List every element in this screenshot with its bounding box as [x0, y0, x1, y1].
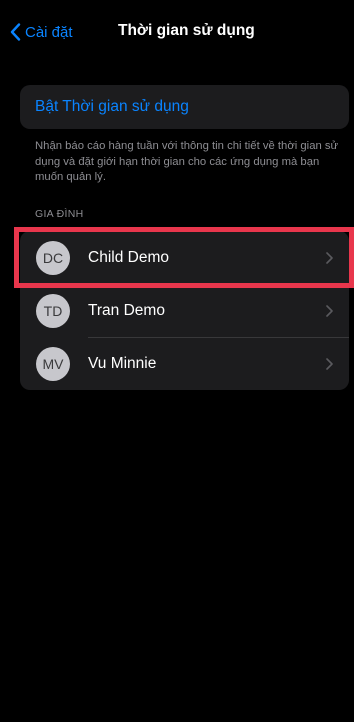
family-list: DC Child Demo TD Tran Demo MV Vu Minnie [20, 231, 349, 390]
page-title: Thời gian sử dụng [118, 22, 255, 39]
chevron-right-icon [326, 251, 333, 264]
avatar: DC [36, 240, 70, 275]
member-name: Vu Minnie [88, 354, 157, 372]
back-label: Cài đặt [25, 23, 73, 41]
avatar: TD [36, 293, 70, 328]
member-name: Tran Demo [88, 301, 165, 319]
chevron-right-icon [326, 304, 333, 317]
back-button[interactable]: Cài đặt [10, 21, 73, 43]
navigation-bar: Cài đặt Thời gian sử dụng [0, 0, 354, 60]
chevron-right-icon [326, 357, 333, 370]
member-name: Child Demo [88, 248, 169, 266]
enable-screen-time-button[interactable]: Bật Thời gian sử dụng [20, 85, 349, 129]
family-member-row-vu-minnie[interactable]: MV Vu Minnie [20, 337, 349, 390]
enable-screen-time-label: Bật Thời gian sử dụng [35, 98, 189, 115]
avatar: MV [36, 346, 70, 381]
screen-time-description: Nhận báo cáo hàng tuần với thông tin chi… [35, 140, 339, 183]
chevron-left-icon [10, 23, 21, 41]
family-member-row-child-demo[interactable]: DC Child Demo [20, 231, 349, 284]
family-member-row-tran-demo[interactable]: TD Tran Demo [20, 284, 349, 337]
family-section-header: GIA ĐÌNH [35, 208, 84, 220]
